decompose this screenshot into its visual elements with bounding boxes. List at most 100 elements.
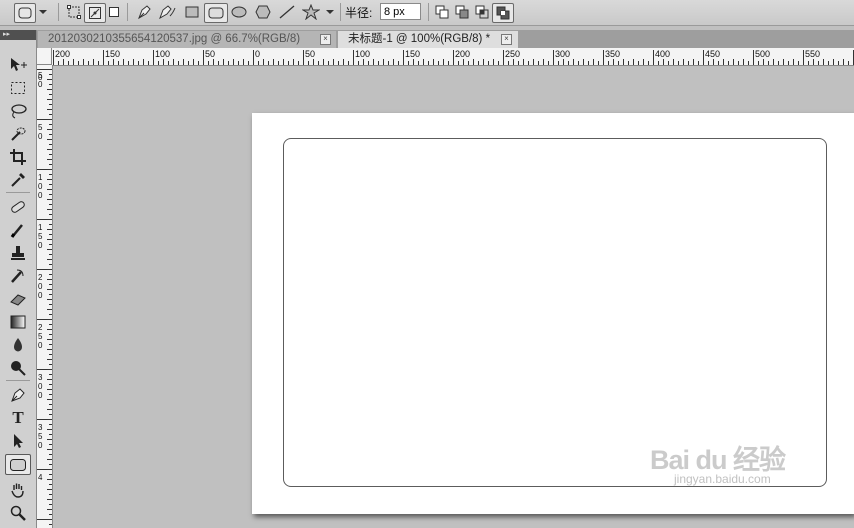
document-tab-jpg[interactable]: 20120302103556541205​37.jpg @ 66.7%(RGB/…	[38, 31, 336, 48]
move-tool[interactable]	[5, 54, 31, 75]
freeform-pen-tool-button[interactable]	[156, 3, 178, 21]
crop-icon	[10, 148, 26, 165]
zoom-tool[interactable]	[5, 502, 31, 523]
rounded-rectangle-tool-button[interactable]	[204, 3, 228, 23]
ruler-label: 0	[255, 49, 261, 59]
gradient-icon	[10, 315, 26, 328]
freeform-pen-icon	[159, 5, 176, 20]
ruler-label: 1 5 0	[38, 223, 43, 250]
ellipse-tool-button[interactable]	[228, 3, 250, 21]
ruler-label: 200	[55, 49, 71, 59]
fill-pixels-mode-button[interactable]	[106, 3, 122, 21]
options-bar: 半径:	[0, 0, 854, 26]
history-brush-tool[interactable]	[5, 265, 31, 286]
tab-title: 20120302103556541205​37.jpg @ 66.7%(RGB/…	[48, 33, 301, 45]
intersect-shape-areas-button[interactable]	[472, 3, 492, 21]
ruler-label: 3 5 0	[38, 423, 43, 450]
shape-layers-mode-button[interactable]	[64, 3, 84, 21]
lasso-tool[interactable]	[5, 100, 31, 121]
tab-close-button[interactable]: ×	[501, 34, 512, 45]
ruler-label: 300	[555, 49, 571, 59]
eyedropper-tool[interactable]	[5, 169, 31, 190]
tab-title: 未标题-1 @ 100%(RGB/8) *	[348, 33, 491, 45]
ruler-label: 5 0	[38, 123, 43, 141]
add-to-shape-area-button[interactable]	[432, 3, 452, 21]
move-icon	[11, 57, 27, 71]
custom-shape-tool-button[interactable]	[300, 3, 322, 21]
pen-tool-button[interactable]	[134, 3, 154, 21]
quick-select-icon	[11, 127, 26, 141]
clone-stamp-tool[interactable]	[5, 242, 31, 263]
quick-selection-tool[interactable]	[5, 123, 31, 144]
dodge-tool[interactable]	[5, 357, 31, 378]
shape-layers-icon	[67, 5, 81, 19]
rectangle-icon	[185, 6, 199, 18]
ruler-label: 550	[805, 49, 821, 59]
preset-dropdown-arrow[interactable]	[36, 3, 50, 21]
rounded-rect-icon	[10, 458, 26, 471]
lasso-icon	[11, 103, 27, 118]
ruler-label: 50	[205, 49, 216, 59]
radius-input[interactable]	[380, 3, 421, 20]
blur-tool[interactable]	[5, 334, 31, 355]
pen-icon	[11, 387, 25, 402]
drop-icon	[14, 337, 22, 351]
ruler-label: 50	[305, 49, 316, 59]
dodge-icon	[11, 360, 26, 376]
ruler-label: 150	[105, 49, 121, 59]
rectangle-tool-button[interactable]	[182, 3, 202, 21]
stamp-icon	[11, 245, 25, 260]
ruler-label: 250	[505, 49, 521, 59]
geometry-options-arrow[interactable]	[324, 3, 336, 21]
ellipse-icon	[231, 6, 247, 18]
exclude-overlapping-areas-button[interactable]	[492, 3, 514, 23]
polygon-tool-button[interactable]	[252, 3, 274, 21]
document-tab-bar: 20120302103556541205​37.jpg @ 66.7%(RGB/…	[37, 30, 854, 48]
canvas-workspace[interactable]: Bai du 经验 jingyan.baidu.com	[53, 66, 854, 528]
ruler-label: 200	[455, 49, 471, 59]
brush-icon	[10, 223, 23, 238]
ruler-label: 150	[405, 49, 421, 59]
rounded-rectangle-path[interactable]	[283, 138, 827, 487]
type-tool[interactable]: T	[5, 407, 31, 428]
healing-brush-tool[interactable]	[5, 196, 31, 217]
eraser-icon	[10, 293, 26, 306]
hand-tool[interactable]	[5, 479, 31, 500]
eraser-tool[interactable]	[5, 288, 31, 309]
ruler-label: 100	[155, 49, 171, 59]
ruler-label: 2 0 0	[38, 273, 43, 300]
tool-preset-picker[interactable]	[14, 3, 36, 23]
line-tool-button[interactable]	[276, 3, 298, 21]
ruler-origin[interactable]	[37, 48, 52, 65]
subtract-icon	[455, 5, 469, 19]
eyedropper-icon	[11, 172, 25, 187]
ruler-label: 0	[38, 73, 43, 82]
watermark-brand: Bai du 经验	[650, 445, 786, 475]
gradient-tool[interactable]	[5, 311, 31, 332]
exclude-icon	[496, 6, 510, 20]
bandage-icon	[11, 200, 25, 213]
history-brush-icon	[11, 269, 24, 283]
arrow-icon	[14, 433, 23, 448]
toolbox: ▸▸ T	[0, 30, 37, 528]
close-icon: ×	[504, 34, 509, 43]
subtract-from-shape-area-button[interactable]	[452, 3, 472, 21]
brush-tool[interactable]	[5, 219, 31, 240]
paths-mode-button[interactable]	[84, 3, 106, 23]
ruler-label: 100	[355, 49, 371, 59]
crop-tool[interactable]	[5, 146, 31, 167]
document-tab-untitled[interactable]: 未标题-1 @ 100%(RGB/8) *	[338, 31, 518, 48]
rounded-rectangle-tool[interactable]	[5, 454, 31, 475]
line-icon	[279, 5, 295, 19]
watermark-url: jingyan.baidu.com	[674, 472, 771, 486]
toolbox-collapse-button[interactable]: ▸▸	[0, 30, 36, 40]
intersect-icon	[475, 5, 489, 19]
paths-icon	[89, 7, 101, 19]
rounded-rect-icon	[18, 7, 32, 19]
vertical-ruler: 5 005 01 0 01 5 02 0 02 5 03 0 03 5 04	[37, 65, 53, 528]
tab-close-button[interactable]: ×	[320, 34, 331, 45]
marquee-tool[interactable]	[5, 77, 31, 98]
pen-tool[interactable]	[5, 384, 31, 405]
path-selection-tool[interactable]	[5, 430, 31, 451]
horizontal-ruler: 200 150 100 50 0 50 100 150 200 250 300 350 400 450 50…	[37, 48, 854, 66]
